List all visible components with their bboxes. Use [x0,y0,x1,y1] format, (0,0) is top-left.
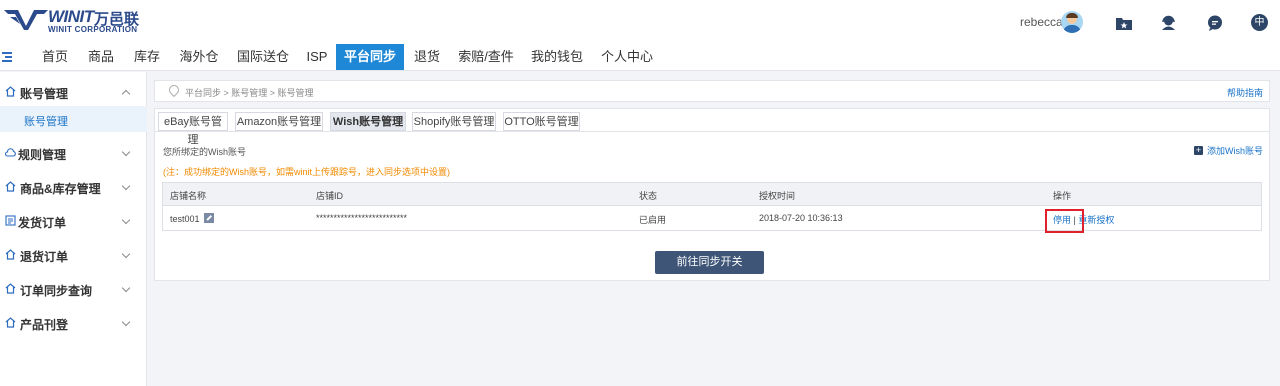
sidebar-item-account-manage[interactable]: 账号管理 [0,106,147,132]
list-icon [5,215,16,226]
chevron-up-icon [121,89,131,99]
location-pin-icon [166,82,182,98]
sidebar: 账号管理 账号管理 规则管理 商品&库存管理 发货订单 退货订单 订单同步查询 … [0,72,147,386]
language-icon[interactable]: 中 [1251,14,1268,31]
tab-shopify[interactable]: Shopify账号管理 [412,112,496,131]
sidebar-group-label: 订单同步查询 [20,284,93,298]
chevron-down-icon [121,283,131,293]
logo-wing-icon [4,10,48,30]
top-header: WINIT 万邑联 WINIT CORPORATION rebecca 中 [0,0,1280,44]
nav-item-isp[interactable]: ISP [298,44,336,70]
chat-icon[interactable] [1206,14,1223,31]
go-to-sync-switch-button[interactable]: 前往同步开关 [655,251,764,274]
breadcrumb-text[interactable]: 平台同步 > 账号管理 > 账号管理 [185,86,314,99]
home-icon [5,181,16,192]
column-header-store-id: 店铺ID [316,191,344,201]
highlight-box [1045,209,1084,233]
status-cell: 已启用 [639,215,667,225]
nav-item-intl-shipping[interactable]: 国际送仓 [228,44,298,70]
sidebar-group-shipping-orders[interactable]: 发货订单 [0,211,147,231]
customer-service-icon[interactable] [1160,14,1177,31]
sidebar-group-label: 产品刊登 [20,318,69,332]
home-icon [5,283,16,294]
sidebar-group-account[interactable]: 账号管理 [0,82,147,102]
nav-item-wallet[interactable]: 我的钱包 [522,44,592,70]
nav-item-claims[interactable]: 索赔/查件 [450,44,522,70]
nav-item-overseas-warehouse[interactable]: 海外仓 [170,44,228,70]
column-header-status: 状态 [639,191,658,201]
sidebar-group-product-inventory[interactable]: 商品&库存管理 [0,177,147,197]
nav-item-home[interactable]: 首页 [32,44,78,70]
breadcrumb: 平台同步 > 账号管理 > 账号管理 帮助指南 [154,80,1270,102]
cloud-icon [5,148,16,157]
chevron-down-icon [121,147,131,157]
column-header-auth-time: 授权时间 [759,191,796,201]
account-panel: eBay账号管理 Amazon账号管理 Wish账号管理 Shopify账号管理… [154,108,1270,281]
chevron-down-icon [121,181,131,191]
folder-star-icon[interactable] [1115,14,1132,31]
store-id-cell: ************************** [316,213,408,223]
logo-corp: WINIT CORPORATION [48,25,138,34]
avatar[interactable] [1061,11,1083,33]
nav-item-personal-center[interactable]: 个人中心 [592,44,662,70]
plus-icon: + [1194,145,1203,155]
winit-logo[interactable]: WINIT 万邑联 WINIT CORPORATION [4,6,139,36]
nav-item-platform-sync[interactable]: 平台同步 [336,44,404,70]
home-icon [5,317,16,328]
store-name-cell: test001 [170,213,215,224]
tab-otto[interactable]: OTTO账号管理 [503,112,580,131]
home-icon [5,249,16,260]
sidebar-group-product-listing[interactable]: 产品刊登 [0,313,147,333]
add-wish-account-button[interactable]: + 添加Wish账号 [1194,144,1263,157]
sidebar-item-label: 账号管理 [24,116,68,128]
sidebar-group-rules[interactable]: 规则管理 [0,143,147,163]
sidebar-group-label: 发货订单 [18,216,67,230]
sidebar-group-label: 退货订单 [20,250,69,264]
chevron-down-icon [121,215,131,225]
home-icon [5,86,16,97]
user-name[interactable]: rebecca [1020,15,1063,29]
nav-item-products[interactable]: 商品 [78,44,124,70]
logo-brand: WINIT [48,7,94,26]
auth-time-cell: 2018-07-20 10:36:13 [759,213,843,223]
bound-accounts-label: 您所绑定的Wish账号 [163,147,246,157]
column-header-actions: 操作 [1053,191,1072,201]
tab-ebay[interactable]: eBay账号管理 [158,112,228,146]
sidebar-group-return-orders[interactable]: 退货订单 [0,245,147,265]
tab-amazon[interactable]: Amazon账号管理 [235,112,323,131]
column-header-store-name: 店铺名称 [170,191,207,201]
table-header: 店铺名称 店铺ID 状态 授权时间 操作 [163,183,1261,206]
accounts-table: 店铺名称 店铺ID 状态 授权时间 操作 test001 ***********… [162,182,1262,233]
add-wish-account-label: 添加Wish账号 [1207,146,1263,156]
sidebar-group-order-sync-query[interactable]: 订单同步查询 [0,279,147,299]
edit-icon[interactable] [204,213,215,223]
help-guide-link[interactable]: 帮助指南 [1227,86,1263,99]
tab-wish[interactable]: Wish账号管理 [330,112,406,131]
chevron-down-icon [121,249,131,259]
nav-item-inventory[interactable]: 库存 [124,44,170,70]
main-nav: 首页 商品 库存 海外仓 国际送仓 ISP 平台同步 退货 索赔/查件 我的钱包… [0,44,1280,71]
sidebar-group-label: 规则管理 [18,148,67,162]
notice-text: (注：成功绑定的Wish账号，如需winit上传跟踪号，进入同步选项中设置) [163,167,450,177]
store-name: test001 [170,214,200,224]
chevron-down-icon [121,317,131,327]
nav-item-returns[interactable]: 退货 [404,44,450,70]
menu-toggle-icon[interactable] [2,50,16,64]
sidebar-group-label: 商品&库存管理 [20,182,101,196]
sidebar-group-label: 账号管理 [20,87,69,101]
